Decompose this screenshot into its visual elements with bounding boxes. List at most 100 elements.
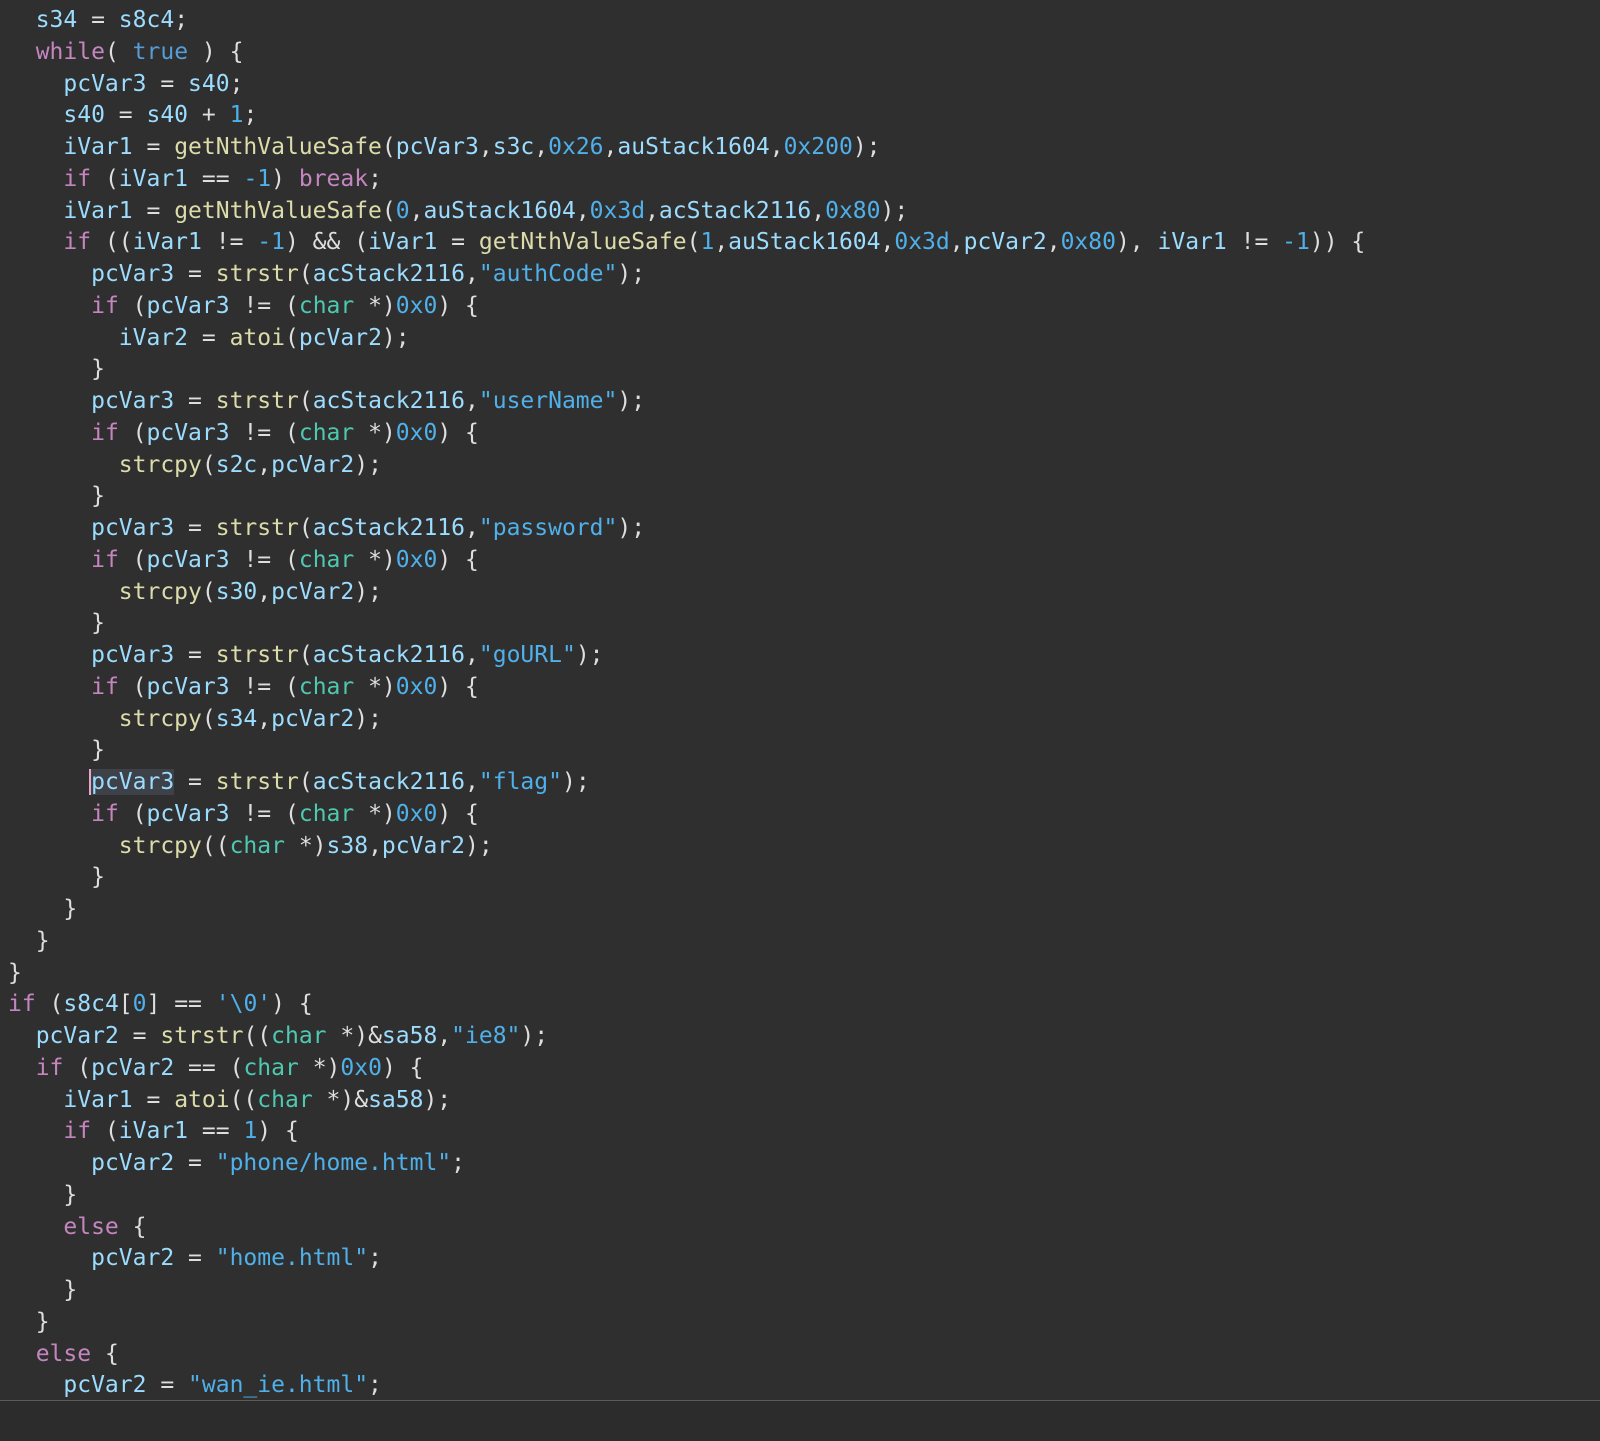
code-text: ); (852, 134, 881, 160)
identifier-token: pcVar3 (146, 546, 230, 573)
code-text: , (575, 197, 590, 224)
code-line[interactable]: } (8, 1307, 1365, 1339)
identifier-token: acStack2116 (658, 197, 812, 224)
code-line[interactable]: pcVar3 = strstr(acStack2116,"flag"); (8, 767, 1365, 799)
code-line[interactable]: } (8, 354, 1365, 386)
code-text: *) (354, 800, 396, 827)
number-token: 0x0 (395, 292, 438, 319)
code-text: (( (229, 1086, 258, 1113)
code-line[interactable]: } (8, 894, 1365, 926)
code-text: = (174, 261, 216, 287)
code-line[interactable]: pcVar2 = "wan_ie.html"; (8, 1370, 1365, 1400)
code-text: ( (381, 134, 396, 160)
code-line[interactable]: iVar1 = getNthValueSafe(pcVar3,s3c,0x26,… (8, 132, 1365, 164)
code-text: ), (1115, 229, 1158, 256)
identifier-token: s3c (492, 134, 535, 160)
code-line[interactable]: if (iVar1 == -1) break; (8, 164, 1365, 196)
number-token: 0x80 (825, 197, 881, 224)
code-line[interactable]: if (pcVar3 != (char *)0x0) { (8, 291, 1365, 323)
code-line[interactable]: } (8, 862, 1365, 894)
code-text: , (769, 134, 784, 160)
code-line[interactable]: strcpy(s30,pcVar2); (8, 577, 1365, 609)
code-text: ( (201, 578, 216, 605)
code-line[interactable]: } (8, 926, 1365, 958)
code-line[interactable]: } (8, 481, 1365, 513)
code-line[interactable]: iVar1 = getNthValueSafe(0,auStack1604,0x… (8, 196, 1365, 228)
identifier-token: acStack2116 (312, 769, 466, 795)
number-token: 0x0 (395, 800, 438, 827)
number-token: -1 (1282, 229, 1310, 256)
code-line[interactable]: if (pcVar3 != (char *)0x0) { (8, 672, 1365, 704)
code-line[interactable]: if (pcVar3 != (char *)0x0) { (8, 418, 1365, 450)
code-line[interactable]: if ((iVar1 != -1) && (iVar1 = getNthValu… (8, 227, 1365, 259)
number-token: -1 (257, 229, 285, 256)
code-line[interactable]: pcVar3 = strstr(acStack2116,"password"); (8, 513, 1365, 545)
number-token: 0x26 (548, 134, 604, 160)
number-token: 1 (700, 229, 715, 256)
code-line[interactable]: } (8, 608, 1365, 640)
identifier-token: s34 (35, 7, 78, 33)
code-line[interactable]: pcVar3 = strstr(acStack2116,"goURL"); (8, 640, 1365, 672)
code-text: ); (617, 261, 646, 287)
code-line[interactable]: } (8, 735, 1365, 767)
code-line[interactable]: pcVar3 = strstr(acStack2116,"userName"); (8, 386, 1365, 418)
code-line[interactable]: } (8, 1180, 1365, 1212)
identifier-token: s8c4 (118, 7, 175, 33)
code-line[interactable]: s34 = s8c4; (8, 5, 1365, 37)
function-token: strcpy (118, 451, 202, 478)
identifier-token: pcVar2 (298, 324, 382, 351)
code-line[interactable]: pcVar2 = "home.html"; (8, 1243, 1365, 1275)
code-line[interactable]: while( true ) { (8, 37, 1365, 69)
code-text: ; (174, 7, 189, 33)
identifier-token: s40 (63, 102, 105, 129)
code-block[interactable]: s34 = s8c4; while( true ) { pcVar3 = s40… (8, 5, 1365, 1400)
code-text: = (437, 229, 479, 256)
identifier-token: pcVar2 (91, 1150, 175, 1176)
code-line[interactable]: strcpy((char *)s38,pcVar2); (8, 831, 1365, 863)
code-text: (( (91, 229, 133, 256)
code-text: ( (91, 165, 119, 192)
code-line[interactable]: if (pcVar2 == (char *)0x0) { (8, 1053, 1365, 1085)
number-token: -1 (243, 165, 272, 192)
type-token: char (243, 1054, 299, 1081)
code-line[interactable]: pcVar2 = strstr((char *)&sa58,"ie8"); (8, 1021, 1365, 1053)
code-line[interactable]: strcpy(s34,pcVar2); (8, 704, 1365, 736)
code-line[interactable]: else { (8, 1212, 1365, 1244)
function-token: getNthValueSafe (478, 229, 687, 256)
identifier-token: pcVar3 (91, 642, 175, 668)
code-text: *) (354, 673, 396, 700)
code-line[interactable]: } (8, 958, 1365, 990)
code-text: , (880, 229, 895, 256)
identifier-token: pcVar2 (271, 705, 355, 732)
identifier-token: pcVar2 (91, 1054, 175, 1081)
code-text: , (257, 705, 272, 732)
code-line[interactable]: iVar1 = atoi((char *)&sa58); (8, 1085, 1365, 1117)
code-text: } (8, 483, 105, 510)
code-line[interactable]: } (8, 1275, 1365, 1307)
code-line[interactable]: if (pcVar3 != (char *)0x0) { (8, 799, 1365, 831)
code-editor[interactable]: s34 = s8c4; while( true ) { pcVar3 = s40… (0, 0, 1600, 1400)
type-token: char (298, 800, 355, 827)
code-text: ); (520, 1023, 549, 1049)
code-text: != ( (229, 800, 299, 827)
code-text: , (465, 769, 479, 795)
code-line[interactable]: pcVar2 = "phone/home.html"; (8, 1148, 1365, 1180)
identifier-token: s40 (146, 102, 189, 129)
code-line[interactable]: strcpy(s2c,pcVar2); (8, 450, 1365, 482)
code-line[interactable]: s40 = s40 + 1; (8, 100, 1365, 132)
code-line[interactable]: if (pcVar3 != (char *)0x0) { (8, 545, 1365, 577)
code-line[interactable]: iVar2 = atoi(pcVar2); (8, 323, 1365, 355)
code-text: ( (284, 324, 299, 351)
code-line[interactable]: if (iVar1 == 1) { (8, 1116, 1365, 1148)
code-line[interactable]: pcVar3 = s40; (8, 69, 1365, 101)
code-text: } (8, 1181, 78, 1208)
code-text: ); (575, 642, 604, 668)
code-line[interactable]: else { (8, 1339, 1365, 1371)
code-line[interactable]: if (s8c4[0] == '\0') { (8, 989, 1365, 1021)
code-line[interactable]: pcVar3 = strstr(acStack2116,"authCode"); (8, 259, 1365, 291)
